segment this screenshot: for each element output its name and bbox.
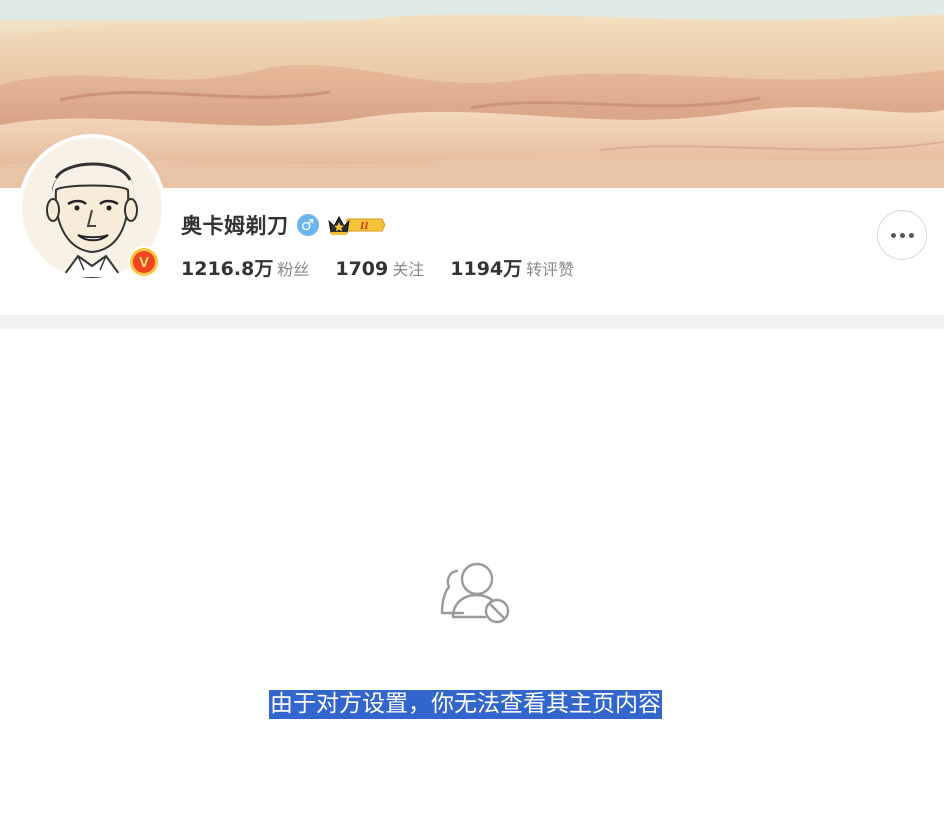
privacy-message: 由于对方设置，你无法查看其主页内容	[269, 690, 662, 719]
empty-state: 由于对方设置，你无法查看其主页内容	[0, 329, 944, 815]
profile-page: V 奥卡姆剃刀 ♂ II 1216.8万 粉丝 1709 关注 1194万 转评…	[0, 0, 944, 815]
stat-followers[interactable]: 1216.8万 粉丝	[181, 254, 309, 281]
verified-badge-icon: V	[128, 246, 160, 278]
more-dot	[908, 232, 914, 238]
stat-following[interactable]: 1709 关注	[335, 256, 424, 280]
more-button[interactable]	[877, 210, 927, 260]
crown-icon[interactable]: II	[327, 213, 385, 237]
profile-name: 奥卡姆剃刀	[181, 214, 289, 238]
member-level-text: II	[359, 220, 369, 232]
more-dot	[899, 232, 905, 238]
stat-interactions: 1194万 转评赞	[450, 254, 574, 281]
male-icon: ♂	[296, 214, 319, 236]
stat-label: 关注	[392, 260, 425, 279]
stat-value: 1709	[335, 258, 389, 280]
section-divider	[0, 315, 944, 329]
stat-label: 粉丝	[277, 260, 310, 279]
verified-mark: V	[133, 251, 155, 273]
stat-value: 1194万	[450, 258, 523, 280]
stat-value: 1216.8万	[181, 258, 274, 280]
name-row: 奥卡姆剃刀 ♂ II	[181, 210, 385, 240]
more-dots-icon	[890, 232, 896, 238]
user-blocked-icon	[439, 561, 513, 629]
stat-label: 转评赞	[526, 260, 575, 279]
profile-stats: 1216.8万 粉丝 1709 关注 1194万 转评赞	[181, 254, 600, 282]
